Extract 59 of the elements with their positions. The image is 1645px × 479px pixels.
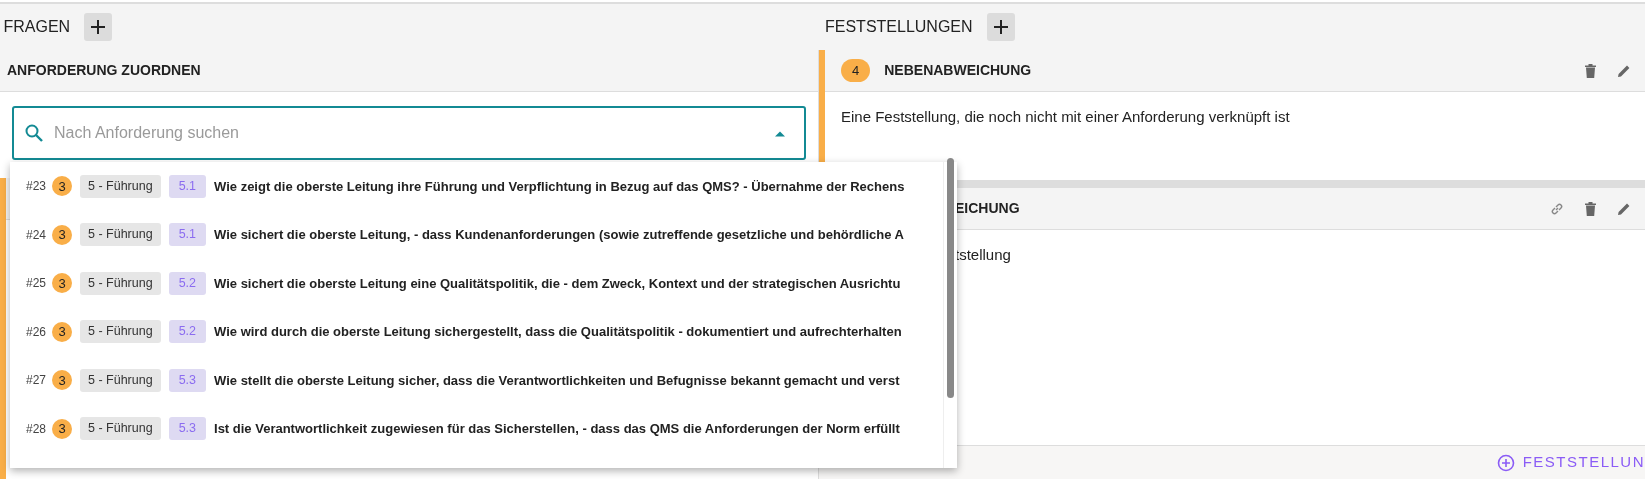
card-title: ANFORDERUNG ZUORDNEN	[7, 61, 201, 80]
plus-icon	[992, 19, 1009, 35]
section-title: FESTSTELLUNGEN	[825, 17, 973, 37]
delete-icon[interactable]	[1585, 63, 1596, 78]
question-text: Wie zeigt die oberste Leitung ihre Führung und Verpflichtung in Bezug auf das QMS? - Übernahme der Rechens	[214, 177, 905, 196]
clause-tag: 5.3	[168, 417, 206, 441]
chapter-tag: 5 - Führung	[80, 271, 161, 295]
chapter-tag: 5 - Führung	[80, 223, 161, 247]
dropdown-option[interactable]: #26 3 5 - Führung 5.2 Wie wird durch die oberste Leitung sichergestellt, dass die Qualitätspolitik - dokumentiert und aufrechterhalten	[10, 307, 957, 356]
search-icon	[24, 123, 44, 143]
scrollbar-thumb[interactable]	[947, 158, 954, 398]
item-number: #25	[26, 275, 48, 293]
item-number: #23	[26, 178, 48, 196]
chapter-tag: 5 - Führung	[80, 174, 161, 198]
edit-icon[interactable]	[1617, 63, 1631, 78]
dropdown-option[interactable]: #24 3 5 - Führung 5.1 Wie sichert die oberste Leitung, - dass Kundenanforderungen (sowie zutreffende gesetzliche und behördliche A	[10, 210, 957, 259]
question-text: Ist die Verantwortlichkeit zugewiesen für das Sicherstellen, - dass das QMS die Anforderungen der Norm erfüllt	[214, 420, 900, 438]
clause-tag: 5.1	[168, 174, 206, 198]
add-finding-button[interactable]: FESTSTELLUN	[1496, 451, 1645, 474]
finding-title: EICHUNG	[955, 199, 1020, 218]
add-button[interactable]	[986, 13, 1015, 41]
add-circle-icon	[1496, 453, 1515, 472]
chapter-tag: 5 - Führung	[80, 368, 161, 392]
question-text: Wie wird durch die oberste Leitung sichergestellt, dass die Qualitätspolitik - dokumentiert und aufrechterhalten	[214, 323, 902, 341]
dropdown-option[interactable]: #27 3 5 - Führung 5.3 Wie stellt die oberste Leitung sicher, dass die Verantwortlichkeiten und Befugnisse bekannt gemacht und verst	[10, 356, 957, 405]
chapter-tag: 5 - Führung	[80, 417, 161, 441]
clause-tag: 5.1	[168, 223, 206, 247]
finding-description: tstellung	[955, 246, 1011, 263]
question-text: Wie sichert die oberste Leitung, - dass Kundenanforderungen (sowie zutreffende gesetzliche und behördliche A	[214, 226, 904, 244]
clause-tag: 5.3	[168, 368, 206, 392]
count-badge: 3	[52, 418, 72, 439]
clause-tag: 5.2	[168, 271, 206, 295]
count-badge: 3	[52, 321, 72, 342]
count-badge: 3	[52, 370, 72, 391]
delete-icon[interactable]	[1585, 201, 1596, 216]
dropdown-option[interactable]: #23 3 5 - Führung 5.1 Wie zeigt die oberste Leitung ihre Führung und Verpflichtung in Bezug auf das QMS? - Übernahme der Rechens	[10, 162, 957, 211]
search-field[interactable]: Nach Anforderung suchen	[12, 106, 806, 160]
caret-icon[interactable]	[774, 129, 786, 137]
count-badge: 4	[841, 58, 871, 83]
item-number: #27	[26, 372, 48, 390]
question-text: Wie stellt die oberste Leitung sicher, dass die Verantwortlichkeiten und Befugnisse bekannt gemacht und verst	[214, 371, 900, 390]
dropdown-option[interactable]: #28 3 5 - Führung 5.3 Ist die Verantwortlichkeit zugewiesen für das Sicherstellen, - dass das QMS die Anforderungen der Norm erfüllt	[10, 404, 957, 453]
question-text: Wie sichert die oberste Leitung eine Qualitätspolitik, die - dem Zweck, Kontext und der strategischen Ausrichtu	[214, 274, 901, 293]
edit-icon[interactable]	[1617, 201, 1631, 216]
count-badge: 3	[52, 176, 72, 197]
dropdown-option[interactable]: #25 3 5 - Führung 5.2 Wie sichert die oberste Leitung eine Qualitätspolitik, die - dem Zweck, Kontext und der strategischen Ausrichtu	[10, 259, 957, 308]
finding-description: Eine Feststellung, die noch nicht mit einer Anforderung verknüpft ist	[841, 108, 1290, 125]
count-badge: 3	[52, 224, 72, 245]
add-button[interactable]	[84, 13, 113, 41]
count-badge: 3	[52, 273, 72, 294]
item-number: #24	[26, 226, 48, 244]
item-number: #26	[26, 323, 48, 341]
item-number: #28	[26, 420, 48, 438]
chapter-tag: 5 - Führung	[80, 320, 161, 344]
plus-icon	[90, 19, 107, 35]
section-title: FRAGEN	[3, 17, 71, 37]
finding-title: NEBENABWEICHUNG	[884, 61, 1032, 80]
link-icon[interactable]	[1550, 201, 1564, 216]
clause-tag: 5.2	[168, 320, 206, 344]
